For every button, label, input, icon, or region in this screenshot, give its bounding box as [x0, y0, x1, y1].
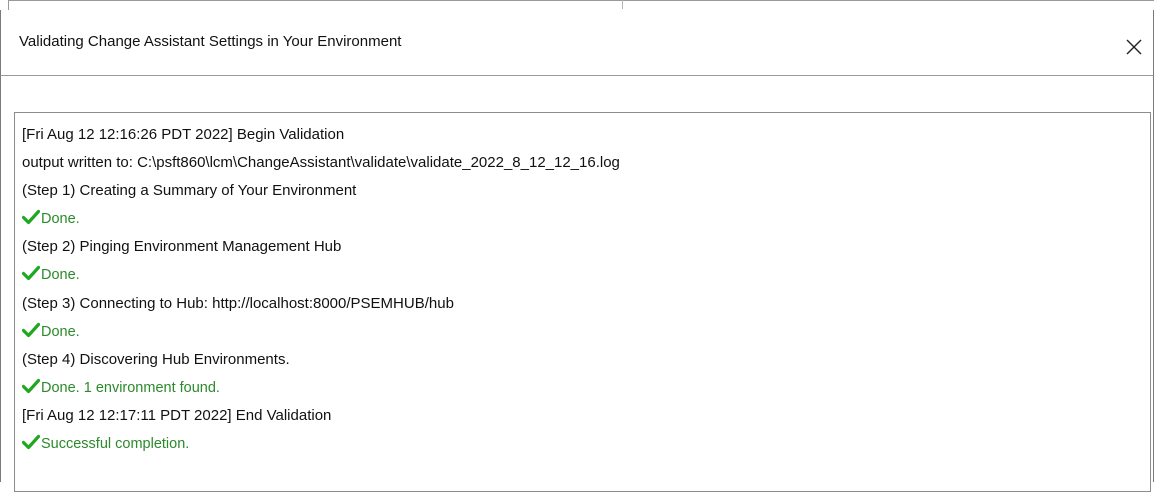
close-icon: [1126, 39, 1142, 55]
check-icon: [22, 322, 40, 338]
validation-dialog: Validating Change Assistant Settings in …: [0, 0, 1154, 492]
dialog-body: [Fri Aug 12 12:16:26 PDT 2022] Begin Val…: [0, 76, 1154, 492]
dialog-title-bar[interactable]: Validating Change Assistant Settings in …: [0, 10, 1154, 76]
check-icon: [22, 378, 40, 394]
check-icon: [22, 209, 40, 225]
log-line-text: Done.: [41, 267, 80, 284]
validation-log-panel[interactable]: [Fri Aug 12 12:16:26 PDT 2022] Begin Val…: [14, 112, 1151, 492]
window-divider: [622, 0, 623, 9]
log-line-text: output written to: C:\psft860\lcm\Change…: [22, 154, 620, 172]
log-line-success: Successful completion.: [22, 430, 620, 458]
validation-log-list: [Fri Aug 12 12:16:26 PDT 2022] Begin Val…: [22, 121, 620, 458]
log-line-text: [Fri Aug 12 12:17:11 PDT 2022] End Valid…: [22, 406, 332, 424]
log-line-text: (Step 3) Connecting to Hub: http://local…: [22, 294, 454, 312]
log-line: (Step 3) Connecting to Hub: http://local…: [22, 290, 620, 318]
log-line: (Step 1) Creating a Summary of Your Envi…: [22, 177, 620, 205]
log-line-text: (Step 1) Creating a Summary of Your Envi…: [22, 182, 357, 200]
log-line-text: (Step 2) Pinging Environment Management …: [22, 238, 342, 256]
dialog-title: Validating Change Assistant Settings in …: [19, 33, 402, 50]
log-line-text: Done. 1 environment found.: [41, 379, 220, 396]
check-icon: [22, 265, 40, 281]
log-line: output written to: C:\psft860\lcm\Change…: [22, 149, 620, 177]
check-icon: [22, 434, 40, 450]
log-line-success: Done. 1 environment found.: [22, 374, 620, 402]
close-button[interactable]: [1121, 34, 1147, 60]
window-top-edge: [8, 0, 1154, 10]
log-line-text: Done.: [41, 323, 80, 340]
log-line-text: Done.: [41, 211, 80, 228]
log-line: (Step 2) Pinging Environment Management …: [22, 233, 620, 261]
log-line-success: Done.: [22, 261, 620, 289]
log-line-text: [Fri Aug 12 12:16:26 PDT 2022] Begin Val…: [22, 126, 345, 143]
log-line-text: (Step 4) Discovering Hub Environments.: [22, 350, 290, 368]
log-line-text: Successful completion.: [41, 436, 190, 453]
log-line: (Step 4) Discovering Hub Environments.: [22, 346, 620, 374]
log-line: [Fri Aug 12 12:17:11 PDT 2022] End Valid…: [22, 402, 620, 430]
log-line: [Fri Aug 12 12:16:26 PDT 2022] Begin Val…: [22, 121, 620, 149]
log-line-success: Done.: [22, 205, 620, 233]
log-line-success: Done.: [22, 318, 620, 346]
